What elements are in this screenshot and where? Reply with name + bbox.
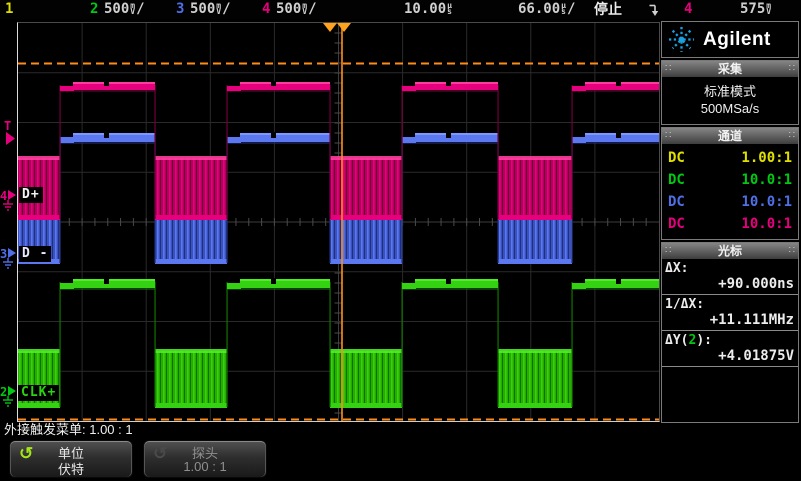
channels-title: 通道 [718, 129, 742, 143]
info-panel: Agilent ∷ 采集 ∷ 标准模式 500MSa/s ∷ 通道 ∷ DC1.… [661, 21, 799, 425]
acquisition-header[interactable]: ∷ 采集 ∷ [662, 61, 798, 77]
trigger-level-arrow-icon[interactable] [6, 132, 15, 145]
channel-ground-marker[interactable]: 2 [0, 385, 16, 406]
softkey-units-value: 伏特 [10, 459, 132, 478]
channel-ground-marker[interactable]: 4 [0, 189, 16, 210]
channels-header[interactable]: ∷ 通道 ∷ [662, 128, 798, 144]
cursor-readout: 1/ΔX:+11.111MHz [662, 295, 798, 331]
grip-icon: ∷ [665, 243, 671, 259]
svg-text:4: 4 [0, 189, 7, 203]
agilent-logo-icon [668, 26, 695, 53]
channel3-scale-value: 500 [190, 0, 215, 18]
waveform-display[interactable]: D+ D - CLK+ [17, 22, 660, 422]
timebase-readout: 66.00µs/ [518, 0, 575, 18]
status-line: 外接触发菜单: 1.00 : 1 [4, 422, 133, 438]
grip-icon: ∷ [789, 61, 795, 77]
waveform-canvas[interactable] [18, 23, 659, 421]
trigger-falling-edge-icon [648, 2, 660, 17]
channel-row: DC10.0:1 [662, 191, 798, 213]
unit-mv: mV [130, 3, 135, 15]
unit-mv: mV [302, 3, 307, 15]
channel2-indicator[interactable]: 2 [90, 0, 98, 18]
unit-mv: mV [766, 3, 771, 15]
cursor-readout: ΔY(2):+4.01875V [662, 331, 798, 367]
channel1-indicator[interactable]: 1 [5, 0, 13, 18]
channel3-scale: 500mV/ [190, 0, 231, 18]
delay-value: 10.00 [404, 0, 446, 18]
delay-readout: 10.00µs [404, 0, 453, 18]
channel-row: DC10.0:1 [662, 169, 798, 191]
brand-name: Agilent [703, 29, 771, 51]
softkey-probe[interactable]: ↻ 探头 1.00 : 1 [143, 440, 267, 478]
trace-label: CLK+ [18, 385, 59, 401]
svg-text:3: 3 [0, 247, 7, 261]
channel4-indicator[interactable]: 4 [262, 0, 270, 18]
acquisition-mode: 标准模式 [662, 83, 798, 100]
cursors-header[interactable]: ∷ 光标 ∷ [662, 243, 798, 259]
channel2-scale-value: 500 [104, 0, 129, 18]
trace-label: D+ [19, 187, 43, 203]
channel2-scale: 500mV/ [104, 0, 145, 18]
grip-icon: ∷ [665, 61, 671, 77]
status-bar: 1 2 500mV/ 3 500mV/ 4 500mV/ 10.00µs 66.… [0, 0, 801, 19]
trigger-level-marker[interactable]: T [4, 119, 11, 133]
unit-us: µs [561, 3, 566, 15]
channel3-indicator[interactable]: 3 [176, 0, 184, 18]
grip-icon: ∷ [665, 128, 671, 144]
sample-rate: 500MSa/s [662, 100, 798, 117]
cursors-title: 光标 [718, 244, 742, 258]
trace-label: D - [19, 246, 51, 262]
channel-row: DC1.00:1 [662, 147, 798, 169]
svg-text:2: 2 [0, 385, 7, 399]
channel-markers[interactable]: T 4 3 2 [0, 22, 17, 422]
acquisition-box: ∷ 采集 ∷ 标准模式 500MSa/s [661, 60, 799, 125]
grip-icon: ∷ [789, 128, 795, 144]
channel-ground-marker[interactable]: 3 [0, 247, 16, 268]
channel4-scale-value: 500 [276, 0, 301, 18]
cursors-box: ∷ 光标 ∷ ΔX:+90.000ns1/ΔX:+11.111MHzΔY(2):… [661, 242, 799, 423]
softkey-units[interactable]: ↻ 单位 伏特 [9, 440, 133, 478]
timebase-value: 66.00 [518, 0, 560, 18]
acquisition-title: 采集 [718, 62, 742, 76]
brand-box: Agilent [661, 21, 799, 58]
channels-box: ∷ 通道 ∷ DC1.00:1DC10.0:1DC10.0:1DC10.0:1 [661, 127, 799, 240]
trigger-source[interactable]: 4 [684, 0, 692, 18]
softkey-probe-value: 1.00 : 1 [144, 459, 266, 474]
trigger-position-icon [337, 23, 351, 32]
grip-icon: ∷ [789, 243, 795, 259]
trigger-position-icon [323, 23, 337, 32]
channel-row: DC10.0:1 [662, 213, 798, 235]
oscilloscope-screen: 1 2 500mV/ 3 500mV/ 4 500mV/ 10.00µs 66.… [0, 0, 801, 481]
unit-mv: mV [216, 3, 221, 15]
channel4-scale: 500mV/ [276, 0, 317, 18]
run-state: 停止 [594, 0, 622, 18]
trigger-level-readout: 575mV [740, 0, 772, 18]
trigger-level-value: 575 [740, 0, 765, 18]
cursor-readout: ΔX:+90.000ns [662, 259, 798, 295]
unit-us: µs [447, 3, 452, 15]
